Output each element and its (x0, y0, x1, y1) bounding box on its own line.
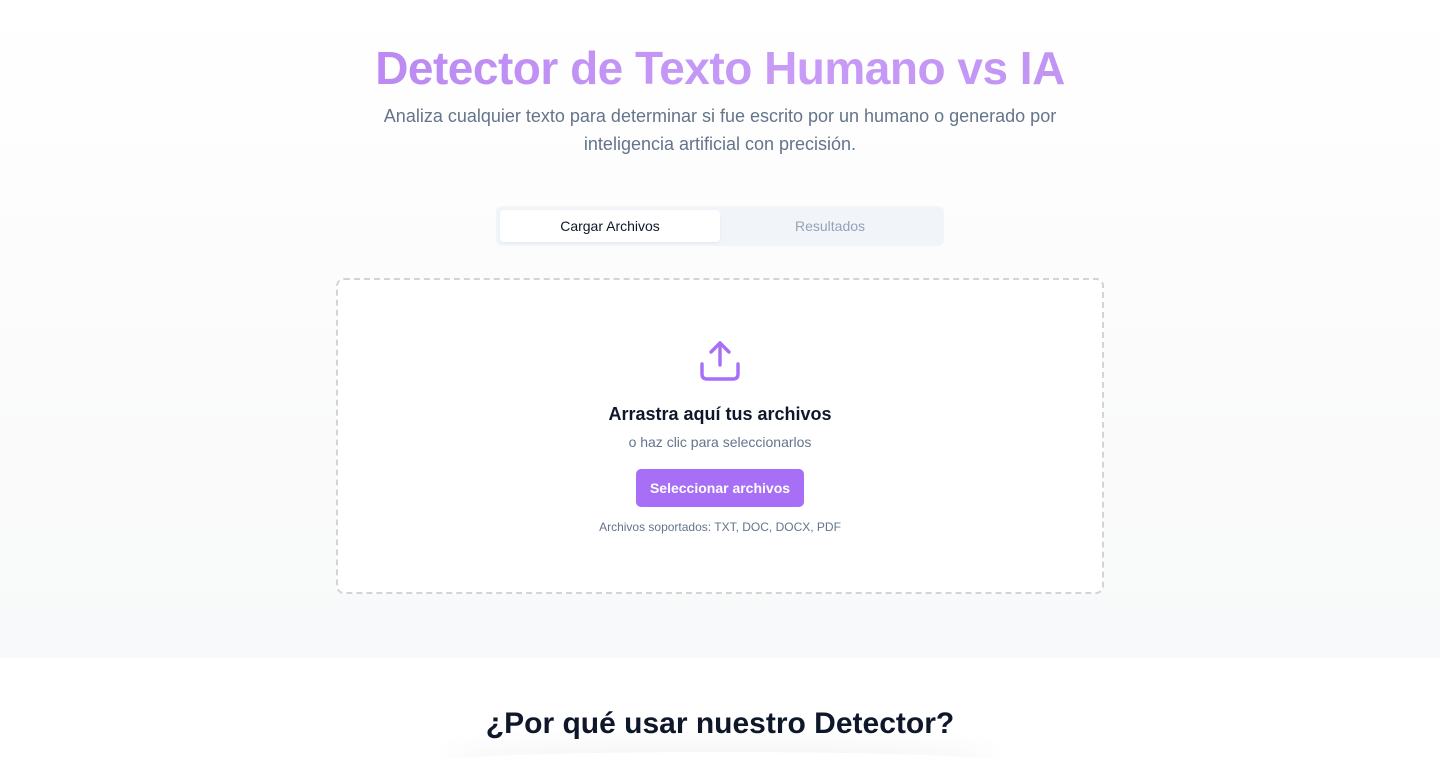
page-title: Detector de Texto Humano vs IA (0, 40, 1440, 96)
dropzone-subtitle: o haz clic para seleccionarlos (628, 434, 812, 450)
dropzone-title: Arrastra aquí tus archivos (608, 404, 832, 424)
tab-results[interactable]: Resultados (720, 210, 940, 242)
page-subtitle: Analiza cualquier texto para determinar … (383, 106, 1057, 154)
tab-upload-files[interactable]: Cargar Archivos (500, 210, 720, 242)
upload-icon (700, 341, 740, 381)
feature-card-edge (440, 752, 1000, 758)
features-section-title: ¿Por qué usar nuestro Detector? (485, 707, 955, 740)
tab-list: Cargar Archivos Resultados (496, 206, 944, 246)
supported-formats-text: Archivos soportados: TXT, DOC, DOCX, PDF (599, 520, 841, 534)
select-files-button[interactable]: Seleccionar archivos (636, 469, 804, 507)
